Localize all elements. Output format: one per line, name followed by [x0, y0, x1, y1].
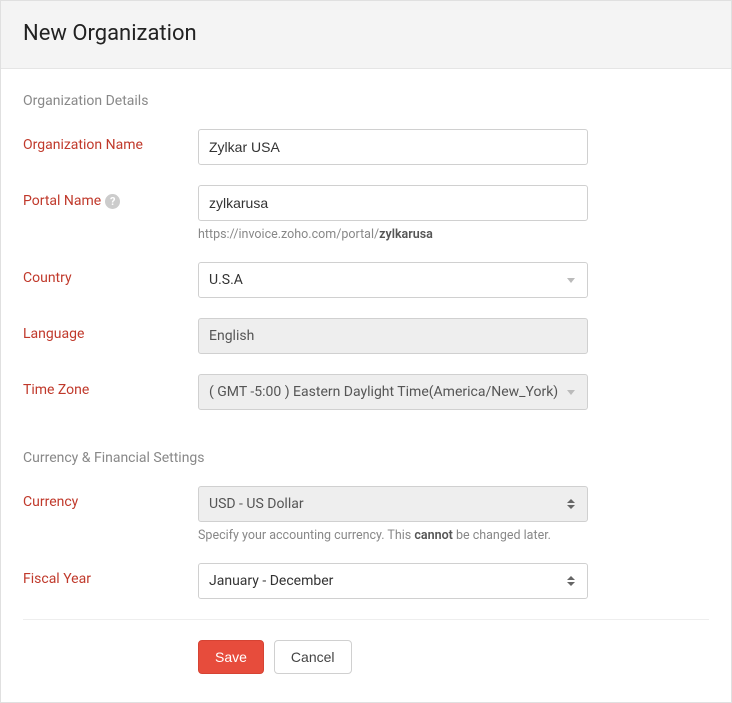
divider: [23, 619, 709, 620]
timezone-select[interactable]: ( GMT -5:00 ) Eastern Daylight Time(Amer…: [198, 374, 588, 410]
new-organization-panel: New Organization Organization Details Or…: [0, 0, 732, 703]
section-title-details: Organization Details: [23, 93, 709, 109]
language-readonly: English: [198, 318, 588, 354]
form-actions: Save Cancel: [23, 640, 709, 674]
sort-caret-icon: [567, 499, 575, 509]
label-country: Country: [23, 262, 198, 286]
row-fiscal-year: Fiscal Year January - December: [23, 563, 709, 599]
label-language: Language: [23, 318, 198, 342]
help-icon[interactable]: ?: [105, 194, 120, 209]
label-currency: Currency: [23, 486, 198, 510]
cancel-button[interactable]: Cancel: [274, 640, 352, 674]
currency-hint: Specify your accounting currency. This c…: [198, 528, 588, 543]
sort-caret-icon: [567, 576, 575, 586]
panel-body: Organization Details Organization Name P…: [1, 69, 731, 702]
chevron-down-icon: [567, 278, 575, 283]
panel-header: New Organization: [1, 1, 731, 69]
label-fiscal-year: Fiscal Year: [23, 563, 198, 587]
chevron-down-icon: [567, 390, 575, 395]
fiscal-year-select[interactable]: January - December: [198, 563, 588, 599]
row-organization-name: Organization Name: [23, 129, 709, 165]
row-currency: Currency USD - US Dollar Specify your ac…: [23, 486, 709, 543]
row-timezone: Time Zone ( GMT -5:00 ) Eastern Daylight…: [23, 374, 709, 410]
page-title: New Organization: [23, 21, 709, 46]
organization-name-input[interactable]: [198, 129, 588, 165]
label-portal-name: Portal Name ?: [23, 185, 198, 209]
label-timezone: Time Zone: [23, 374, 198, 398]
country-select[interactable]: U.S.A: [198, 262, 588, 298]
save-button[interactable]: Save: [198, 640, 264, 674]
section-title-financial: Currency & Financial Settings: [23, 450, 709, 466]
label-organization-name: Organization Name: [23, 129, 198, 153]
row-language: Language English: [23, 318, 709, 354]
currency-select[interactable]: USD - US Dollar: [198, 486, 588, 522]
portal-url-hint: https://invoice.zoho.com/portal/zylkarus…: [198, 227, 588, 242]
row-portal-name: Portal Name ? https://invoice.zoho.com/p…: [23, 185, 709, 242]
portal-name-input[interactable]: [198, 185, 588, 221]
row-country: Country U.S.A: [23, 262, 709, 298]
